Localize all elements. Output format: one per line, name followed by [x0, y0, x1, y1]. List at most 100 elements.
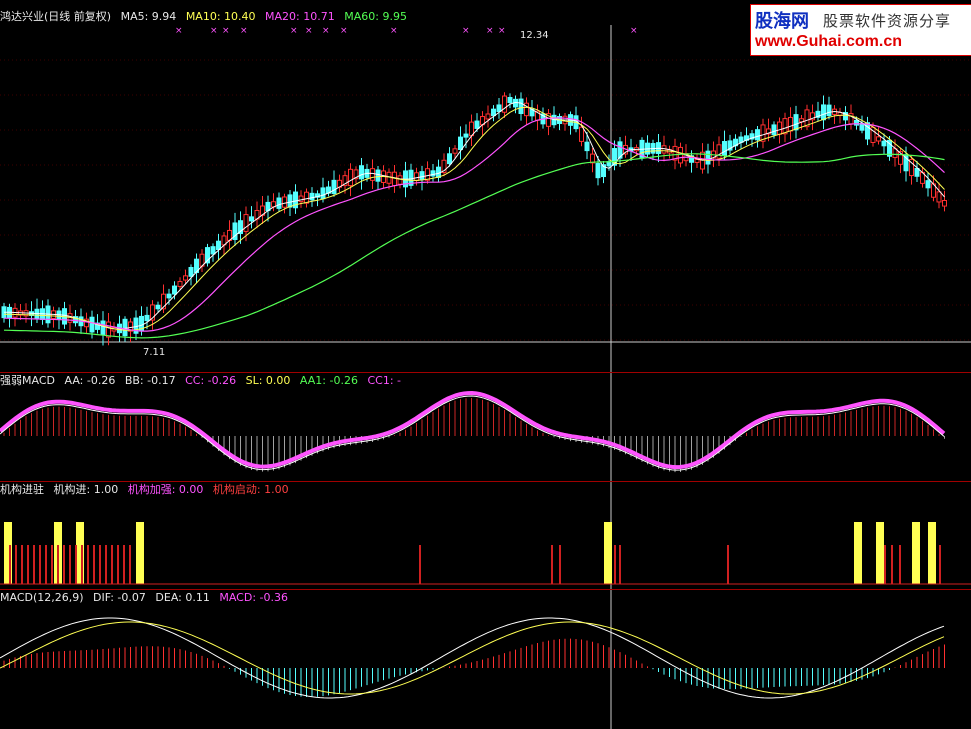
signal-mark: × — [498, 26, 506, 36]
institution-strengthen-value: 机构加强: 0.00 — [127, 483, 204, 496]
candle-body — [782, 118, 788, 135]
candle-body — [826, 104, 832, 117]
candle-body — [375, 169, 381, 182]
candle-body — [183, 275, 188, 281]
candle-body — [595, 163, 601, 179]
aa-value: AA: -0.26 — [64, 374, 116, 387]
candle-body — [936, 191, 942, 203]
candle-body — [89, 316, 95, 333]
strength-macd-header: 强弱MACD AA: -0.26 BB: -0.17 CC: -0.26 SL:… — [0, 373, 407, 389]
candle-body — [821, 104, 826, 121]
candle-body — [458, 136, 463, 150]
candle-body — [777, 121, 782, 135]
candle-body — [188, 266, 194, 277]
ma60-line — [3, 153, 945, 339]
signal-mark: × — [486, 26, 494, 36]
signal-mark: × — [462, 26, 470, 36]
institution-yellow-bar — [928, 522, 936, 584]
candle-body — [287, 194, 293, 208]
candle-body — [166, 293, 172, 299]
institution-yellow-bar — [876, 522, 884, 584]
signal-mark: × — [340, 26, 348, 36]
candle-body — [854, 119, 859, 126]
candle-body — [496, 104, 502, 113]
institution-start-value: 机构启动: 1.00 — [212, 483, 289, 496]
candle-body — [485, 113, 491, 120]
candle-body — [122, 318, 128, 337]
candle-body — [172, 285, 177, 295]
strength-macd-name: 强弱MACD — [0, 374, 55, 387]
candle-body — [755, 129, 760, 141]
candle-body — [716, 144, 722, 159]
candle-body — [419, 171, 425, 181]
candle-body — [282, 196, 287, 208]
candle-body — [771, 124, 777, 136]
candle-body — [397, 175, 403, 185]
candle-body — [452, 148, 458, 154]
candle-body — [216, 240, 221, 250]
candle-body — [678, 146, 683, 164]
candle-body — [309, 192, 315, 201]
bb-value: BB: -0.17 — [124, 374, 176, 387]
institution-yellow-bar — [854, 522, 862, 584]
candle-body — [359, 165, 364, 180]
candle-body — [793, 114, 799, 131]
signal-mark: × — [222, 26, 230, 36]
candle-body — [298, 195, 304, 203]
candle-body — [942, 199, 947, 207]
candle-body — [463, 133, 469, 138]
signal-mark: × — [322, 26, 330, 36]
institution-yellow-bar — [136, 522, 144, 584]
macd-name: MACD(12,26,9) — [0, 591, 84, 604]
candle-body — [144, 314, 150, 322]
candle-body — [155, 304, 161, 310]
candle-body — [876, 136, 881, 142]
institution-name: 机构进驻 — [0, 483, 44, 496]
candle-body — [474, 120, 480, 129]
candle-body — [414, 172, 419, 182]
candle-body — [722, 141, 727, 157]
candle-body — [507, 96, 513, 104]
candle-body — [177, 281, 183, 287]
signal-mark: × — [240, 26, 248, 36]
candle-body — [106, 321, 111, 338]
signal-mark: × — [210, 26, 218, 36]
candle-body — [276, 197, 282, 209]
macd-value: MACD: -0.36 — [219, 591, 288, 604]
institution-in-value: 机构进: 1.00 — [53, 483, 119, 496]
high-price-label: 12.34 — [520, 30, 549, 41]
candle-body — [848, 113, 854, 125]
low-price-label: 7.11 — [143, 347, 166, 358]
candle-body — [210, 246, 216, 255]
signal-mark: × — [305, 26, 313, 36]
cc1-value: CC1: - — [367, 374, 401, 387]
candle-body — [320, 187, 326, 200]
institution-yellow-bar — [912, 522, 920, 584]
dea-value: DEA: 0.11 — [155, 591, 210, 604]
candle-body — [584, 141, 590, 152]
institution-header: 机构进驻 机构进: 1.00 机构加强: 0.00 机构启动: 1.00 — [0, 482, 295, 498]
candle-body — [370, 168, 375, 181]
institution-yellow-bar — [604, 522, 612, 584]
aa1-value: AA1: -0.26 — [299, 374, 358, 387]
macd-header: MACD(12,26,9) DIF: -0.07 DEA: 0.11 MACD:… — [0, 590, 294, 606]
signal-mark: × — [290, 26, 298, 36]
candle-body — [100, 320, 106, 336]
candle-body — [447, 153, 452, 165]
sl-value: SL: 0.00 — [245, 374, 291, 387]
ma10-line — [3, 106, 945, 331]
candle-body — [694, 158, 700, 163]
candle-body — [705, 150, 711, 165]
candle-body — [881, 140, 887, 147]
candle-body — [788, 116, 793, 132]
ma5-line — [3, 101, 945, 330]
stock-chart-window: 鸿达兴业(日线 前复权) MA5: 9.94 MA10: 10.40 MA20:… — [0, 0, 971, 729]
dif-value: DIF: -0.07 — [93, 591, 146, 604]
candle-body — [661, 145, 667, 154]
signal-mark: × — [630, 26, 638, 36]
candle-body — [804, 109, 810, 128]
candle-body — [865, 122, 870, 140]
price-and-indicator-chart[interactable]: × × × × × × × × × × × × × — [0, 0, 971, 729]
candle-body — [579, 126, 584, 142]
candle-body — [304, 191, 309, 204]
